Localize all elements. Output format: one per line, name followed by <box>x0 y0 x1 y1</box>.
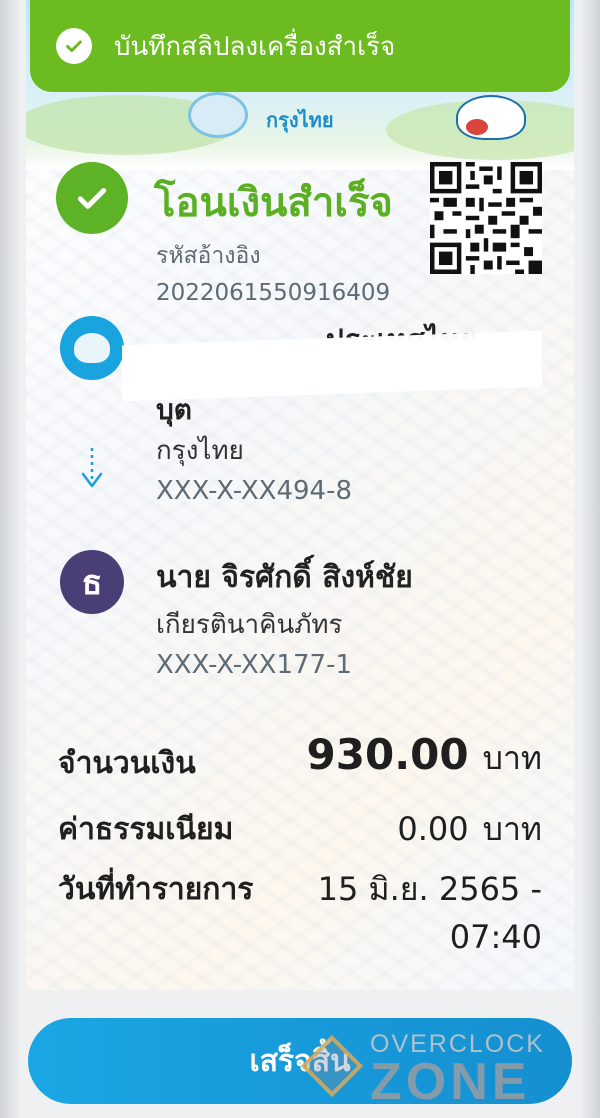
date-label: วันที่ทำรายการ <box>58 872 254 907</box>
date-value: 15 มิ.ย. 2565 - <box>317 870 542 908</box>
success-check-icon <box>56 162 128 234</box>
fee-row-value: 0.00 บาท <box>397 804 542 855</box>
kkp-bank-logo-icon: ธ <box>60 550 124 614</box>
receiver-bank-name: เกียรตินาคินภัทร <box>156 610 343 640</box>
receiver-name: นาย จิรศักดิ์ สิงห์ชัย <box>156 560 413 595</box>
sender-bank-name: กรุงไทย <box>156 436 244 466</box>
reference-value: 2022061550916409 <box>156 280 391 306</box>
reference-label: รหัสอ้างอิง <box>156 243 261 269</box>
fee-unit: บาท <box>482 810 542 848</box>
toast-message: บันทึกสลิปลงเครื่องสำเร็จ <box>114 30 396 61</box>
amount-label: จำนวนเงิน <box>58 746 196 781</box>
amount-unit: บาท <box>482 739 542 777</box>
save-slip-toast: บันทึกสลิปลงเครื่องสำเร็จ <box>30 0 570 92</box>
sender-account-number: XXX-X-XX494-8 <box>156 476 353 506</box>
qr-code-icon <box>430 162 542 274</box>
arrow-down-icon <box>81 448 103 488</box>
krungthai-mascot-icon <box>188 92 248 138</box>
sender-name-suffix: บุต <box>156 393 192 426</box>
transfer-slip: กรุงไทย โอนเงินสำเร็จ รหัสอ้างอิง 202206… <box>26 0 574 990</box>
fee-label: ค่าธรรมเนียม <box>58 812 234 847</box>
time-value: 07:40 <box>449 918 542 956</box>
done-button[interactable]: เสร็จสิ้น <box>28 1018 572 1104</box>
success-title: โอนเงินสำเร็จ <box>154 180 393 226</box>
amount-row-value: 930.00 บาท <box>307 730 542 784</box>
banner-brand-text: กรุงไทย <box>266 108 334 132</box>
bird-mascot-icon <box>456 95 526 140</box>
toast-check-icon <box>56 28 92 64</box>
bank-logo-glyph: ธ <box>81 563 103 603</box>
receiver-account-number: XXX-X-XX177-1 <box>156 650 353 680</box>
krungthai-bank-logo-icon <box>60 316 124 380</box>
amount-value: 930.00 <box>306 730 469 779</box>
fee-value: 0.00 <box>397 810 469 848</box>
